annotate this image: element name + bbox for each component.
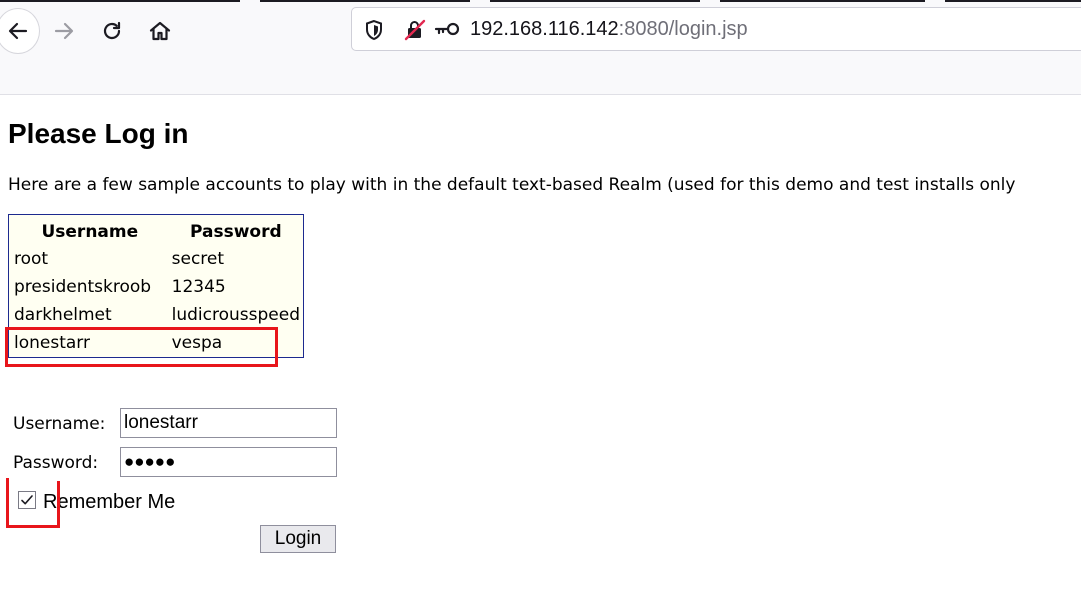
insecure-lock-icon[interactable] [404,19,426,45]
tab-strip-edge [0,0,1081,3]
url-path: :8080/login.jsp [618,18,748,40]
password-cell: secret [171,249,225,269]
table-row: darkhelmet ludicrousspeed [11,301,303,329]
home-icon [149,21,171,41]
reload-icon [103,21,121,40]
page-title: Please Log in [8,118,189,149]
remember-me-label[interactable]: Remember Me [43,491,175,514]
password-cell: 12345 [171,277,226,297]
username-cell: presidentskroob [14,277,152,297]
address-bar[interactable]: 192.168.116.142:8080/login.jsp [351,7,1081,51]
url-text[interactable]: 192.168.116.142:8080/login.jsp [470,18,748,41]
table-header-row: Username Password [11,219,303,245]
table-row: root secret [11,245,303,273]
highlight-box-lonestarr-row [5,327,278,367]
login-button[interactable]: Login [260,525,336,553]
password-cell: ludicrousspeed [171,305,300,325]
browser-toolbar: 192.168.116.142:8080/login.jsp [0,0,1081,95]
key-icon[interactable] [434,21,460,41]
column-header-password: Password [189,222,282,242]
username-label: Username: [13,414,106,434]
column-header-username: Username [41,222,139,242]
username-cell: darkhelmet [14,305,112,325]
arrow-left-icon [8,22,28,40]
forward-button[interactable] [44,11,84,51]
home-button[interactable] [140,11,180,51]
back-button[interactable] [0,8,40,54]
arrow-right-icon [54,22,74,40]
password-label: Password: [13,453,99,473]
password-input[interactable]: ●●●●● [120,447,337,477]
intro-text: Here are a few sample accounts to play w… [8,175,1016,195]
table-row: presidentskroob 12345 [11,273,303,301]
username-cell: root [14,249,49,269]
username-input[interactable]: lonestarr [120,408,337,438]
reload-button[interactable] [92,11,132,51]
highlight-box-remember-me-left-edge [6,478,9,528]
url-host: 192.168.116.142 [470,18,619,40]
highlight-box-remember-me [6,481,60,528]
shield-icon[interactable] [364,19,384,45]
